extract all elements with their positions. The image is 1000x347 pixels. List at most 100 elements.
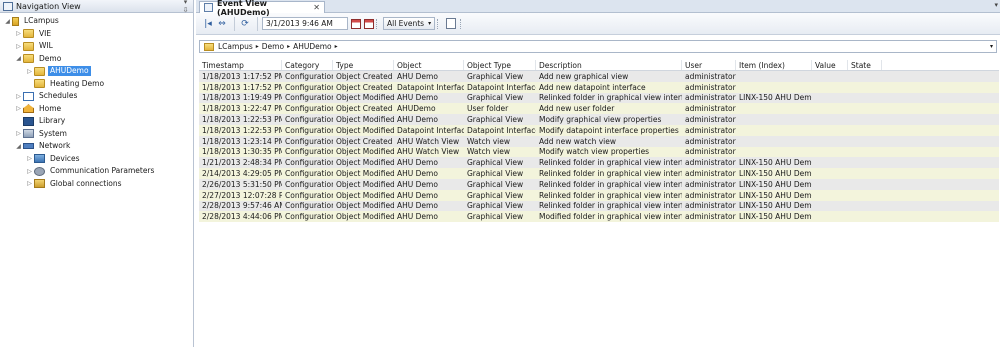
table-row[interactable]: 2/14/2013 4:29:05 PM Configuration Object … bbox=[199, 168, 999, 179]
tree-item-communication-parameters[interactable]: ▷ Communication Parameters bbox=[0, 165, 193, 178]
table-cell: LINX-150 AHU Demo bbox=[739, 212, 812, 222]
collapsed-arrow-icon[interactable]: ▷ bbox=[25, 180, 34, 187]
table-row[interactable]: 2/27/2013 12:07:28 PM Configuration Object… bbox=[199, 189, 999, 201]
breadcrumb-separator-icon[interactable]: ▸ bbox=[335, 43, 338, 50]
table-row[interactable]: 2/28/2013 9:57:46 AM Configuration Object … bbox=[199, 200, 999, 212]
tree-item-label: Network bbox=[39, 141, 71, 151]
folder-icon bbox=[23, 41, 34, 51]
table-cell: AHU Demo bbox=[397, 212, 438, 222]
expanded-arrow-icon[interactable]: ◢ bbox=[3, 18, 12, 25]
table-cell: Object Created bbox=[336, 82, 393, 92]
table-row[interactable]: 1/18/2013 1:19:49 PM Configuration Object … bbox=[199, 92, 999, 104]
breadcrumb-item[interactable]: LCampus bbox=[218, 42, 253, 51]
tab-event-view[interactable]: Event View (AHUDemo) ✕ bbox=[199, 0, 325, 17]
table-cell: AHU Demo bbox=[397, 201, 438, 211]
close-icon[interactable]: ✕ bbox=[313, 3, 320, 12]
column-header[interactable]: Type bbox=[333, 60, 394, 70]
breadcrumb-separator-icon[interactable]: ▸ bbox=[287, 43, 290, 50]
tree-item-demo[interactable]: ◢ Demo bbox=[0, 53, 193, 66]
collapsed-arrow-icon[interactable]: ▷ bbox=[14, 30, 23, 37]
table-row[interactable]: 1/18/2013 1:22:53 PM Configuration Object … bbox=[199, 114, 999, 125]
fit-columns-icon[interactable]: ⇔ bbox=[216, 18, 228, 30]
table-row[interactable]: 1/21/2013 2:48:34 PM Configuration Object … bbox=[199, 157, 999, 169]
tree-item-global-connections[interactable]: ▷ Global connections bbox=[0, 178, 193, 191]
column-header[interactable]: State bbox=[848, 60, 882, 70]
tree-item-lcampus[interactable]: ◢ LCampus bbox=[0, 15, 193, 28]
tree-item-network[interactable]: ◢ Network bbox=[0, 140, 193, 153]
expanded-arrow-icon[interactable]: ◢ bbox=[14, 143, 23, 150]
table-row[interactable]: 1/18/2013 1:22:53 PM Configuration Object … bbox=[199, 124, 999, 136]
table-cell: Graphical View bbox=[467, 93, 524, 103]
table-cell: LINX-150 AHU Demo bbox=[739, 190, 812, 200]
tree-item-system[interactable]: ▷ System bbox=[0, 128, 193, 141]
collapsed-arrow-icon[interactable]: ▷ bbox=[14, 130, 23, 137]
tree-item-devices[interactable]: ▷ Devices bbox=[0, 153, 193, 166]
column-header[interactable]: Object bbox=[394, 60, 464, 70]
table-cell: administrator bbox=[685, 136, 736, 146]
toolbar-grip bbox=[437, 18, 440, 29]
column-header[interactable]: Value bbox=[812, 60, 848, 70]
collapsed-arrow-icon[interactable]: ▷ bbox=[14, 43, 23, 50]
table-row[interactable]: 2/26/2013 5:31:50 PM Configuration Object … bbox=[199, 178, 999, 190]
library-icon bbox=[23, 116, 34, 126]
table-cell: Graphical View bbox=[467, 158, 524, 168]
tab-menu-icon[interactable]: ▾ bbox=[994, 1, 998, 9]
date-time-input[interactable]: 3/1/2013 9:46 AM bbox=[262, 17, 348, 30]
column-header[interactable]: User bbox=[682, 60, 736, 70]
table-cell: Configuration bbox=[285, 136, 333, 146]
breadcrumb-dropdown-icon[interactable]: ▾ bbox=[990, 43, 993, 50]
table-row[interactable]: 1/18/2013 1:23:14 PM Configuration Object … bbox=[199, 135, 999, 147]
tab-label: Event View (AHUDemo) bbox=[217, 0, 270, 17]
table-cell: Add new graphical view bbox=[539, 71, 629, 81]
column-header[interactable]: Item (Index) bbox=[736, 60, 812, 70]
table-row[interactable]: 1/18/2013 1:30:35 PM Configuration Object … bbox=[199, 146, 999, 158]
tree-item-library[interactable]: Library bbox=[0, 115, 193, 128]
collapsed-arrow-icon[interactable]: ▷ bbox=[25, 168, 34, 175]
table-cell: 1/18/2013 1:17:52 PM bbox=[202, 71, 282, 81]
table-cell: administrator bbox=[685, 93, 736, 103]
refresh-icon[interactable]: ⟳ bbox=[239, 18, 251, 30]
tree-item-heating-demo[interactable]: Heating Demo bbox=[0, 78, 193, 91]
tree-item-label: Home bbox=[39, 103, 62, 113]
tree-item-schedules[interactable]: ▷ Schedules bbox=[0, 90, 193, 103]
table-cell: Watch view bbox=[467, 147, 511, 157]
table-cell: Modified folder in graphical view interf… bbox=[539, 212, 682, 222]
table-cell: 1/18/2013 1:22:47 PM bbox=[202, 104, 282, 114]
table-row[interactable]: 1/18/2013 1:17:52 PM Configuration Object … bbox=[199, 71, 999, 82]
table-cell: Object Created bbox=[336, 104, 393, 114]
collapsed-arrow-icon[interactable]: ▷ bbox=[25, 68, 34, 75]
folder-icon bbox=[34, 79, 45, 89]
collapsed-arrow-icon[interactable]: ▷ bbox=[14, 105, 23, 112]
breadcrumb-item[interactable]: Demo bbox=[262, 42, 284, 51]
tree-item-vie[interactable]: ▷ VIE bbox=[0, 28, 193, 41]
calendar-range-icon[interactable] bbox=[364, 18, 374, 29]
collapsed-arrow-icon[interactable]: ▷ bbox=[14, 93, 23, 100]
tree-item-ahudemo[interactable]: ▷ AHUDemo bbox=[0, 65, 193, 78]
navigation-pane: Navigation View ▾ ⇩ ◢ LCampus ▷ VIE ▷ WIL ◢ Dem… bbox=[0, 0, 194, 347]
column-header[interactable] bbox=[882, 60, 999, 70]
column-header[interactable]: Object Type bbox=[464, 60, 536, 70]
export-icon[interactable] bbox=[446, 18, 457, 29]
breadcrumb-item[interactable]: AHUDemo bbox=[293, 42, 332, 51]
table-row[interactable]: 2/28/2013 4:44:06 PM Configuration Object … bbox=[199, 211, 999, 223]
tree-item-wil[interactable]: ▷ WIL bbox=[0, 40, 193, 53]
table-cell: Configuration bbox=[285, 201, 333, 211]
table-row[interactable]: 1/18/2013 1:22:47 PM Configuration Object … bbox=[199, 103, 999, 115]
tree-item-home[interactable]: ▷ Home bbox=[0, 103, 193, 116]
navigation-view-icon bbox=[3, 1, 13, 11]
document-tabstrip: Event View (AHUDemo) ✕ ▾ bbox=[196, 0, 1000, 17]
column-header[interactable]: Timestamp bbox=[199, 60, 282, 70]
events-filter-dropdown[interactable]: All Events ▾ bbox=[383, 17, 436, 30]
column-header[interactable]: Category bbox=[282, 60, 333, 70]
column-header[interactable]: Description bbox=[536, 60, 682, 70]
breadcrumb-separator-icon[interactable]: ▸ bbox=[256, 43, 259, 50]
expanded-arrow-icon[interactable]: ◢ bbox=[14, 55, 23, 62]
calendar-icon[interactable] bbox=[351, 18, 361, 29]
pin-controls-icon[interactable]: ▾ ⇩ bbox=[181, 0, 190, 14]
collapsed-arrow-icon[interactable]: ▷ bbox=[25, 155, 34, 162]
breadcrumb[interactable]: LCampus ▸ Demo ▸ AHUDemo ▸ ▾ bbox=[199, 40, 997, 53]
table-row[interactable]: 1/18/2013 1:17:52 PM Configuration Object … bbox=[199, 81, 999, 93]
table-cell: 2/28/2013 4:44:06 PM bbox=[202, 212, 282, 222]
table-cell: AHU Watch View bbox=[397, 136, 460, 146]
first-page-icon[interactable]: |◂ bbox=[202, 18, 214, 30]
